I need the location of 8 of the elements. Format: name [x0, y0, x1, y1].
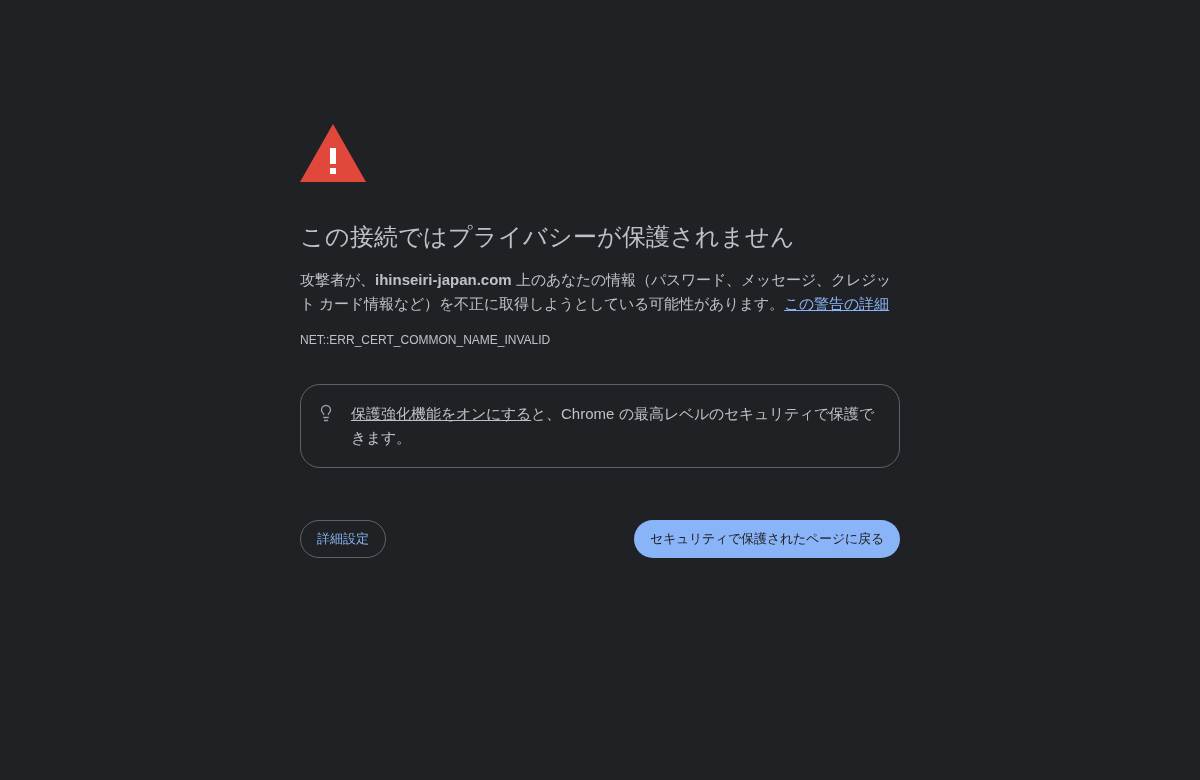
- enhanced-protection-link[interactable]: 保護強化機能をオンにする: [351, 405, 531, 422]
- details-link[interactable]: この警告の詳細: [784, 295, 890, 312]
- tip-text: 保護強化機能をオンにする と、Chrome の最高レベルのセキュリティで保護できます。: [351, 404, 875, 448]
- back-to-safety-button[interactable]: セキュリティで保護されたページに戻る: [634, 520, 900, 558]
- warning-icon: [300, 124, 366, 182]
- page-heading: この接続ではプライバシーが保護されません: [300, 222, 796, 252]
- error-code: NET::ERR_CERT_COMMON_NAME_INVALID: [300, 332, 552, 348]
- warning-description: 攻撃者が、ihinseiri-japan.com 上のあなたの情報（パスワード、メッセージ、クレジット カード情報など）を不正に取得しようとしている可能性があります。この警告の詳細: [300, 270, 892, 314]
